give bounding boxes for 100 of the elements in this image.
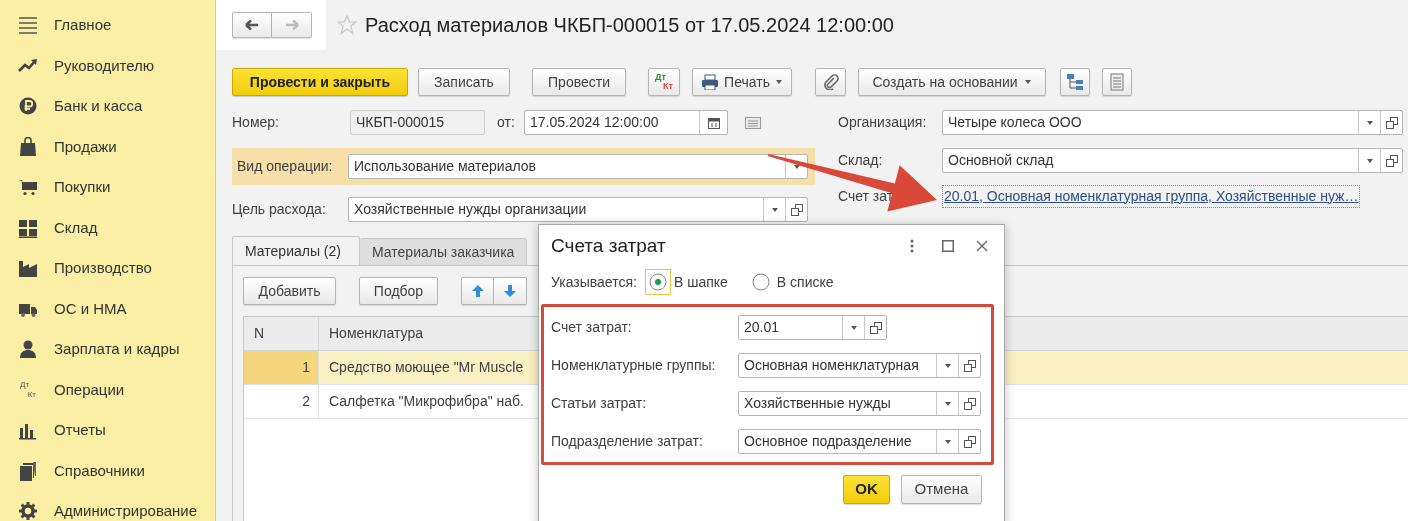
toolbar-button[interactable]: Провести xyxy=(532,68,626,96)
bag-icon xyxy=(18,136,38,157)
print-button[interactable]: Печать xyxy=(692,68,792,96)
structure-button[interactable] xyxy=(1060,68,1090,96)
table-cell: 2 xyxy=(244,385,319,418)
radio-button[interactable] xyxy=(751,273,770,291)
sidebar-item[interactable]: Отчеты xyxy=(0,410,215,451)
radio-option[interactable]: В списке xyxy=(747,269,834,295)
select-field[interactable]: Основной склад xyxy=(942,148,1403,173)
left-arrow-icon xyxy=(244,19,260,31)
gear-icon xyxy=(18,501,38,521)
create-based-on-button[interactable]: Создать на основании xyxy=(858,68,1046,96)
cart-icon xyxy=(18,177,38,198)
select-field[interactable]: 20.01 xyxy=(738,315,887,340)
grid-icon xyxy=(18,217,38,238)
sidebar-item[interactable]: Главное xyxy=(0,5,215,46)
tab[interactable]: Материалы (2) xyxy=(232,236,360,265)
star-icon[interactable] xyxy=(337,15,357,35)
open-icon xyxy=(790,203,803,216)
document-title: Расход материалов ЧКБП-000015 от 17.05.2024 12:00:00 xyxy=(365,13,894,38)
sidebar-item[interactable]: ОС и НМА xyxy=(0,288,215,329)
select-field[interactable]: Хозяйственные нужды xyxy=(738,391,981,416)
move-down-button[interactable] xyxy=(494,277,527,305)
pick-button[interactable]: Подбор xyxy=(359,277,438,305)
person-icon xyxy=(18,339,38,360)
toolbar-button[interactable]: Записать xyxy=(418,68,510,96)
comment-icon xyxy=(745,116,761,129)
sidebar-item[interactable]: Банк и касса xyxy=(0,86,215,127)
sidebar-item[interactable]: Продажи xyxy=(0,126,215,167)
select-field[interactable]: Использование материалов xyxy=(348,154,808,179)
sidebar-item[interactable]: Администрирование xyxy=(0,491,215,521)
field-label: Номенклатурные группы: xyxy=(551,356,717,375)
caret-icon xyxy=(849,324,858,331)
factory-icon xyxy=(18,258,38,279)
field-label: Подразделение затрат: xyxy=(551,432,704,451)
open-icon xyxy=(963,359,976,372)
cancel-button[interactable]: Отмена xyxy=(901,475,982,504)
field-label: Организация: xyxy=(838,113,928,132)
cost-account-link[interactable]: 20.01, Основная номенклатурная группа, Хозяйственные нуж… xyxy=(942,184,1361,208)
select-field[interactable]: Четыре колеса ООО xyxy=(942,110,1403,135)
caret-icon xyxy=(774,79,783,85)
books-icon xyxy=(18,460,38,481)
field-label: Цель расхода: xyxy=(232,200,327,219)
open-icon xyxy=(1385,116,1398,129)
field-label: Склад: xyxy=(838,151,884,170)
table-cell: 1 xyxy=(244,351,319,384)
date-field[interactable]: 17.05.2024 12:00:00 xyxy=(524,110,728,135)
column-header: N xyxy=(244,317,319,350)
sidebar-item[interactable]: Производство xyxy=(0,248,215,289)
paperclip-icon xyxy=(822,74,839,90)
up-arrow-icon xyxy=(471,285,484,297)
move-up-button[interactable] xyxy=(461,277,494,305)
select-field[interactable]: Хозяйственные нужды организации xyxy=(348,197,808,222)
field-label: Вид операции: xyxy=(237,157,334,176)
select-field[interactable]: Основное подразделение xyxy=(738,429,981,454)
sidebar-item[interactable]: Покупки xyxy=(0,167,215,208)
caret-icon xyxy=(943,400,952,407)
select-field[interactable]: Основная номенклатурная xyxy=(738,353,981,378)
sidebar-item[interactable]: Справочники xyxy=(0,450,215,491)
table-cell-text: Салфетка "Микрофибра" наб. xyxy=(329,392,524,411)
add-button[interactable]: Добавить xyxy=(243,277,336,305)
ok-button[interactable]: OK xyxy=(843,475,890,504)
sidebar-item[interactable]: Руководителю xyxy=(0,45,215,86)
sidebar-item[interactable]: Дт Кт Операции xyxy=(0,369,215,410)
field-label: Указывается: xyxy=(551,272,637,292)
debit-credit-icon: Дт Кт xyxy=(20,380,36,399)
close-icon[interactable] xyxy=(976,240,988,252)
field-label: Статьи затрат: xyxy=(551,394,648,413)
caret-icon xyxy=(1023,79,1032,85)
report-button[interactable] xyxy=(1102,68,1132,96)
dialog-title: Счета затрат xyxy=(551,233,667,258)
ruble-icon xyxy=(18,96,38,117)
caret-icon xyxy=(770,206,779,213)
tab[interactable]: Материалы заказчика xyxy=(360,238,528,267)
sidebar-item[interactable]: Склад xyxy=(0,207,215,248)
calendar-icon xyxy=(707,116,720,129)
menu-icon xyxy=(18,15,38,36)
more-icon[interactable] xyxy=(910,239,914,253)
radio-option[interactable]: В шапке xyxy=(644,269,728,295)
radio-button[interactable] xyxy=(648,273,667,291)
caret-icon xyxy=(943,438,952,445)
table-cell-text: Средство моющее "Mr Muscle xyxy=(329,358,524,377)
debit-credit-button[interactable]: Дт Кт xyxy=(648,68,680,96)
number-field[interactable]: ЧКБП-000015 xyxy=(350,110,485,135)
open-icon xyxy=(869,321,882,334)
open-icon xyxy=(963,397,976,410)
caret-icon xyxy=(943,362,952,369)
maximize-icon[interactable] xyxy=(942,240,954,252)
caret-icon xyxy=(1365,119,1374,126)
structure-icon xyxy=(1066,73,1084,91)
back-button[interactable] xyxy=(232,12,272,38)
post-and-close-button[interactable]: Провести и закрыть xyxy=(232,68,408,96)
list-icon xyxy=(1110,73,1124,91)
attachment-button[interactable] xyxy=(815,68,846,96)
field-label: Номер: xyxy=(232,113,280,132)
caret-icon xyxy=(1365,157,1374,164)
open-icon xyxy=(1385,154,1398,167)
column-header: Номенклатура xyxy=(329,324,423,343)
caret-icon xyxy=(792,163,801,170)
sidebar-item[interactable]: Зарплата и кадры xyxy=(0,329,215,370)
